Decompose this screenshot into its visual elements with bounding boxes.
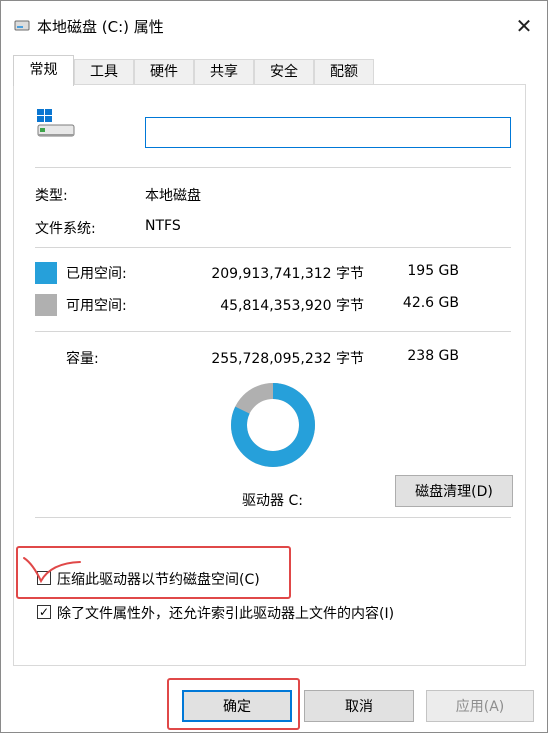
used-space-label: 已用空间: [66,266,127,282]
free-space-swatch [35,294,57,316]
close-button[interactable]: ✕ [501,1,547,51]
window-title: 本地磁盘 (C:) 属性 [37,18,164,36]
cancel-button[interactable]: 取消 [304,690,414,722]
tab-security[interactable]: 安全 [254,59,314,85]
apply-button[interactable]: 应用(A) [426,690,534,722]
capacity-label: 容量: [66,351,99,367]
windows-logo-icon [37,109,52,122]
divider [35,167,511,168]
divider [35,331,511,332]
close-icon[interactable]: ✕ [516,14,533,38]
tab-hardware[interactable]: 硬件 [134,59,194,85]
tab-quota[interactable]: 配额 [314,59,374,85]
drive-letter-label: 驱动器 C: [242,493,303,509]
capacity-size: 238 GB [407,348,459,364]
disk-cleanup-button[interactable]: 磁盘清理(D) [395,475,513,507]
usage-donut-chart [231,383,315,467]
tab-general[interactable]: 常规 [13,55,74,86]
capacity-bytes: 255,728,095,232 字节 [211,351,364,367]
type-label: 类型: [35,188,68,204]
properties-dialog: 本地磁盘 (C:) 属性 ✕ 常规 工具 硬件 共享 安全 配额 类型: 本地磁… [0,0,548,733]
divider [35,517,511,518]
checkmark-icon: ✓ [38,605,50,619]
index-label[interactable]: 除了文件属性外，还允许索引此驱动器上文件的内容(I) [57,603,394,623]
compress-label[interactable]: 压缩此驱动器以节约磁盘空间(C) [57,569,260,589]
tab-tools[interactable]: 工具 [74,59,134,85]
filesystem-value: NTFS [145,218,181,234]
drive-name-input[interactable] [145,117,511,148]
tab-sharing[interactable]: 共享 [194,59,254,85]
free-space-label: 可用空间: [66,298,127,314]
used-space-swatch [35,262,57,284]
type-value: 本地磁盘 [145,188,201,204]
index-checkbox[interactable]: ✓ [37,605,51,619]
divider [35,247,511,248]
free-space-size: 42.6 GB [402,295,459,311]
filesystem-label: 文件系统: [35,221,96,237]
free-space-bytes: 45,814,353,920 字节 [220,298,364,314]
used-space-size: 195 GB [407,263,459,279]
compress-checkbox[interactable] [37,571,51,585]
title-bar: 本地磁盘 (C:) 属性 ✕ [1,1,547,51]
drive-properties-icon [14,20,30,31]
ok-button[interactable]: 确定 [182,690,292,722]
used-space-bytes: 209,913,741,312 字节 [211,266,364,282]
drive-icon [37,109,75,137]
